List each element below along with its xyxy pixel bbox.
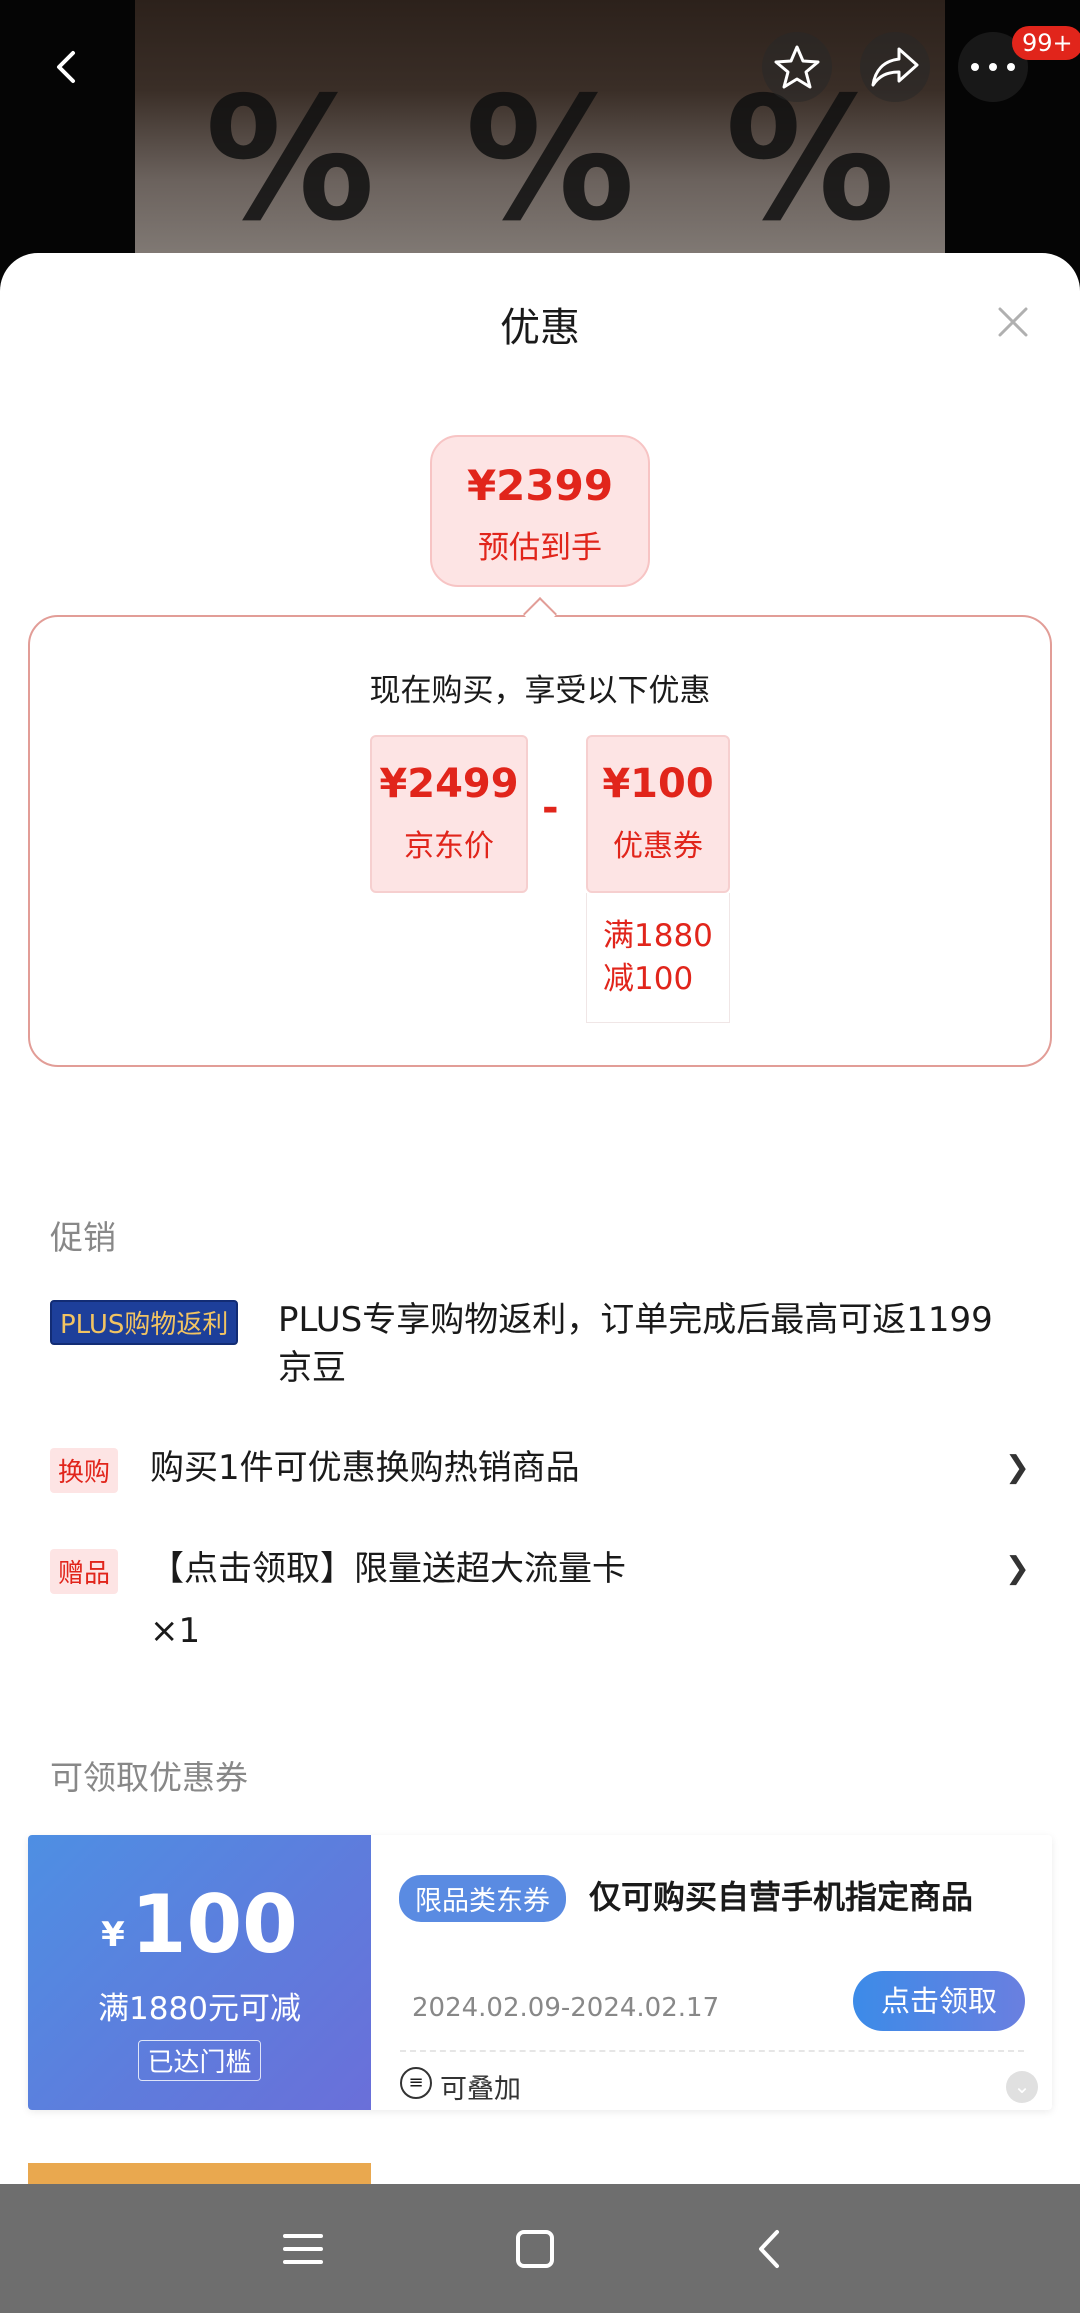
home-square-icon — [516, 2230, 554, 2268]
estimated-price: ¥2399 — [466, 461, 614, 510]
stackable-icon: ≡ — [400, 2067, 432, 2099]
estimated-price-label: 预估到手 — [478, 530, 602, 566]
promo-text: 购买1件可优惠换购热销商品 — [150, 1448, 580, 1488]
coupon-card: ¥100 满1880元可减 已达门槛 仅可购买自营手机指定商品 限品类东券 20… — [28, 1835, 1052, 2110]
favorite-button[interactable] — [762, 32, 832, 102]
calculation-heading: 现在购买，享受以下优惠 — [369, 673, 711, 709]
gift-tag: 赠品 — [50, 1549, 119, 1594]
coupons-label: 可领取优惠券 — [50, 1758, 248, 1797]
back-arrow-icon — [57, 51, 75, 83]
promo-text: PLUS专享购物返利，订单完成后最高可返1199 京豆 — [278, 1296, 1038, 1392]
coupon-amount: ¥100 — [28, 1881, 371, 1979]
exchange-tag: 换购 — [50, 1448, 119, 1493]
chevron-right-icon: ❯ — [1004, 1450, 1030, 1485]
back-chevron-icon — [759, 2230, 779, 2268]
more-dots-icon — [971, 63, 1015, 71]
back-button[interactable] — [32, 32, 102, 102]
menu-button[interactable] — [268, 2214, 338, 2284]
promo-text-line2: 京豆 — [278, 1348, 346, 1388]
threshold-reached-badge: 已达门槛 — [138, 2040, 261, 2081]
coupon-threshold: 满1880元可减 — [98, 1991, 301, 2027]
coupon-condition-line2: 减100 — [603, 961, 694, 997]
system-back-button[interactable] — [734, 2214, 804, 2284]
share-button[interactable] — [860, 32, 930, 102]
sheet-title: 优惠 — [500, 305, 580, 351]
promo-text: 【点击领取】限量送超大流量卡 — [150, 1549, 626, 1589]
base-price-label: 京东价 — [404, 829, 494, 864]
chevron-right-icon: ❯ — [1004, 1551, 1030, 1586]
coupon-amount-value: 100 — [130, 1878, 298, 1971]
menu-icon — [283, 2234, 323, 2264]
home-button[interactable] — [500, 2214, 570, 2284]
claim-coupon-button[interactable]: 点击领取 — [853, 1971, 1025, 2031]
notification-badge: 99+ — [1012, 26, 1080, 60]
share-icon — [871, 47, 919, 87]
system-nav-bar — [0, 2184, 1080, 2313]
promotions-label: 促销 — [50, 1218, 116, 1257]
expand-details-button[interactable]: ⌄ — [1006, 2071, 1038, 2103]
coupon-discount-cell: ¥100 优惠券 — [586, 735, 730, 893]
coupon-date-range: 2024.02.09-2024.02.17 — [412, 1993, 720, 2023]
price-calculation-box: 现在购买，享受以下优惠 ¥2499 京东价 - ¥100 优惠券 满1880 减… — [28, 615, 1052, 1067]
plus-rebate-tag: PLUS购物返利 — [50, 1300, 239, 1345]
coupon-condition-line1: 满1880 — [603, 918, 713, 954]
coupon-amount-panel: ¥100 满1880元可减 已达门槛 — [28, 1835, 371, 2110]
base-price-cell: ¥2499 京东价 — [370, 735, 528, 893]
chevron-down-icon: ⌄ — [1013, 2074, 1031, 2098]
divider — [400, 2050, 1024, 2052]
coupon-discount-value: ¥100 — [602, 761, 714, 807]
coupon-condition: 满1880 减100 — [586, 893, 730, 1023]
promo-item-exchange[interactable]: 换购 购买1件可优惠换购热销商品 ❯ — [50, 1448, 1030, 1504]
promo-item-gift[interactable]: 赠品 【点击领取】限量送超大流量卡 ×1 ❯ — [50, 1549, 1030, 1651]
promo-text-line1: PLUS专享购物返利，订单完成后最高可返1199 — [278, 1300, 993, 1340]
coupon-type-tag: 限品类东券 — [399, 1875, 566, 1922]
promo-item-plus[interactable]: PLUS购物返利 PLUS专享购物返利，订单完成后最高可返1199 京豆 — [50, 1300, 1030, 1410]
coupon-discount-label: 优惠券 — [613, 829, 703, 864]
estimated-price-card: ¥2399 预估到手 — [430, 435, 650, 587]
stackable-label: 可叠加 — [440, 2074, 521, 2105]
close-button[interactable] — [992, 301, 1034, 343]
star-icon — [774, 45, 820, 89]
discount-sheet: 优惠 ¥2399 预估到手 现在购买，享受以下优惠 ¥2499 京东价 - ¥1… — [0, 253, 1080, 2313]
close-icon — [998, 307, 1028, 337]
minus-operator: - — [542, 785, 559, 831]
base-price: ¥2499 — [379, 761, 519, 807]
gift-quantity: ×1 — [150, 1611, 201, 1651]
currency-symbol: ¥ — [101, 1915, 125, 1955]
